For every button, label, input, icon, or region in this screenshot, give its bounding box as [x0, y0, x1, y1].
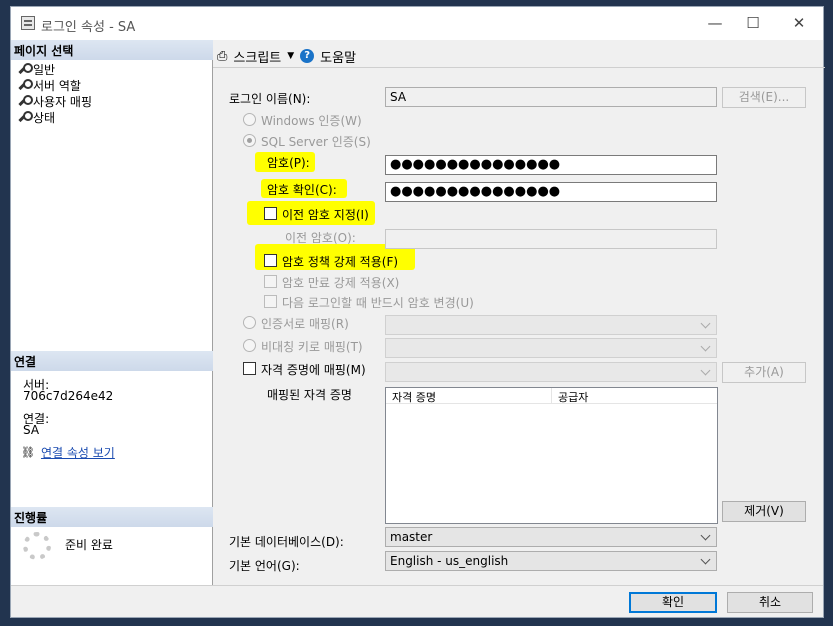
- default-database-label: 기본 데이터베이스(D):: [229, 535, 344, 549]
- cert-mapping-select[interactable]: [385, 315, 717, 335]
- asym-key-mapping-radio[interactable]: [243, 339, 256, 352]
- nav-item-status[interactable]: 상태: [17, 109, 55, 125]
- enforce-expiration-checkbox[interactable]: [264, 275, 277, 288]
- enforce-policy-label: 암호 정책 강제 적용(F): [282, 255, 399, 269]
- confirm-password-field[interactable]: ●●●●●●●●●●●●●●●: [385, 182, 717, 202]
- windows-auth-radio[interactable]: [243, 113, 256, 126]
- progress-header: 진행률: [11, 507, 213, 527]
- chevron-down-icon: [700, 531, 712, 543]
- chevron-down-icon: [700, 555, 712, 567]
- default-database-value: master: [390, 530, 433, 544]
- left-panel: 페이지 선택 일반 서버 역할 사용자 매핑 상태 연결 서버: 706c7d2…: [11, 40, 213, 585]
- grid-header-credential[interactable]: 자격 증명: [386, 388, 552, 404]
- help-button[interactable]: 도움말: [320, 47, 356, 66]
- enforce-expiration-label: 암호 만료 강제 적용(X): [282, 276, 400, 290]
- default-language-label: 기본 언어(G):: [229, 559, 300, 573]
- grid-header-provider[interactable]: 공급자: [552, 388, 594, 404]
- asym-key-mapping-select[interactable]: [385, 338, 717, 358]
- maximize-button[interactable]: ☐: [741, 13, 765, 33]
- page-select-header: 페이지 선택: [11, 40, 213, 60]
- add-credential-button[interactable]: 추가(A): [722, 362, 806, 383]
- chevron-down-icon: [700, 319, 712, 331]
- specify-old-password-label: 이전 암호 지정(I): [282, 208, 369, 222]
- remove-button[interactable]: 제거(V): [722, 501, 806, 522]
- login-name-label: 로그인 이름(N):: [229, 92, 311, 106]
- old-password-label: 이전 암호(O):: [285, 231, 356, 245]
- progress-spinner-icon: [23, 532, 51, 560]
- cert-mapping-radio[interactable]: [243, 316, 256, 329]
- must-change-label: 다음 로그인할 때 반드시 암호 변경(U): [282, 296, 474, 310]
- nav-item-label: 상태: [33, 110, 56, 125]
- nav-item-label: 사용자 매핑: [33, 94, 93, 109]
- close-button[interactable]: ✕: [787, 13, 811, 33]
- connection-value: SA: [23, 423, 40, 437]
- sql-auth-label: SQL Server 인증(S): [261, 135, 371, 149]
- title-bar: 로그인 속성 - SA — ☐ ✕: [11, 7, 823, 40]
- credential-select[interactable]: [385, 362, 717, 382]
- sql-auth-radio[interactable]: [243, 134, 256, 147]
- minimize-button[interactable]: —: [703, 13, 727, 33]
- script-icon: ⎙: [217, 48, 228, 64]
- password-field[interactable]: ●●●●●●●●●●●●●●●: [385, 155, 717, 175]
- specify-old-password-checkbox[interactable]: [264, 207, 277, 220]
- wrench-icon: [17, 63, 33, 75]
- connection-icon: ⛓: [21, 446, 35, 459]
- must-change-checkbox[interactable]: [264, 295, 277, 308]
- search-button[interactable]: 검색(E)...: [722, 87, 806, 108]
- server-value: 706c7d264e42: [23, 389, 114, 403]
- login-name-field[interactable]: SA: [385, 87, 717, 107]
- default-database-select[interactable]: master: [385, 527, 717, 547]
- connection-header: 연결: [11, 351, 213, 371]
- nav-item-label: 서버 역할: [33, 78, 81, 93]
- nav-item-user-mapping[interactable]: 사용자 매핑: [17, 93, 92, 109]
- nav-item-label: 일반: [33, 62, 56, 77]
- wrench-icon: [17, 111, 33, 123]
- wrench-icon: [17, 79, 33, 91]
- login-properties-window: 로그인 속성 - SA — ☐ ✕ 페이지 선택 일반 서버 역할 사용자 매핑…: [10, 6, 825, 618]
- progress-status: 준비 완료: [65, 538, 113, 552]
- password-label: 암호(P):: [267, 156, 310, 170]
- ok-button[interactable]: 확인: [629, 592, 717, 613]
- wrench-icon: [17, 95, 33, 107]
- credential-mapping-label: 자격 증명에 매핑(M): [261, 363, 366, 377]
- asym-key-mapping-label: 비대칭 키로 매핑(T): [261, 340, 363, 354]
- enforce-policy-checkbox[interactable]: [264, 254, 277, 267]
- view-connection-properties[interactable]: ⛓ 연결 속성 보기: [21, 444, 115, 461]
- toolbar-divider: [213, 67, 825, 68]
- cancel-button[interactable]: 취소: [727, 592, 813, 613]
- confirm-password-label: 암호 확인(C):: [267, 183, 337, 197]
- grid-header: 자격 증명 공급자: [386, 388, 717, 404]
- credential-mapping-checkbox[interactable]: [243, 362, 256, 375]
- help-icon: ?: [300, 49, 315, 63]
- nav-item-general[interactable]: 일반: [17, 61, 55, 77]
- script-dropdown-icon[interactable]: ▼: [287, 51, 294, 61]
- script-button[interactable]: 스크립트: [233, 47, 281, 66]
- default-language-value: English - us_english: [390, 554, 509, 568]
- mapped-credentials-label: 매핑된 자격 증명: [267, 388, 352, 402]
- cert-mapping-label: 인증서로 매핑(R): [261, 317, 349, 331]
- nav-item-server-roles[interactable]: 서버 역할: [17, 77, 81, 93]
- toolbar: ⎙ 스크립트 ▼ ? 도움말: [217, 45, 356, 67]
- chevron-down-icon: [700, 342, 712, 354]
- window-icon: [21, 16, 35, 30]
- windows-auth-label: Windows 인증(W): [261, 114, 362, 128]
- mapped-credentials-grid[interactable]: 자격 증명 공급자: [385, 387, 718, 524]
- chevron-down-icon: [700, 366, 712, 378]
- view-connection-properties-link[interactable]: 연결 속성 보기: [41, 444, 115, 461]
- default-language-select[interactable]: English - us_english: [385, 551, 717, 571]
- old-password-field[interactable]: [385, 229, 717, 249]
- window-title: 로그인 속성 - SA: [41, 20, 136, 35]
